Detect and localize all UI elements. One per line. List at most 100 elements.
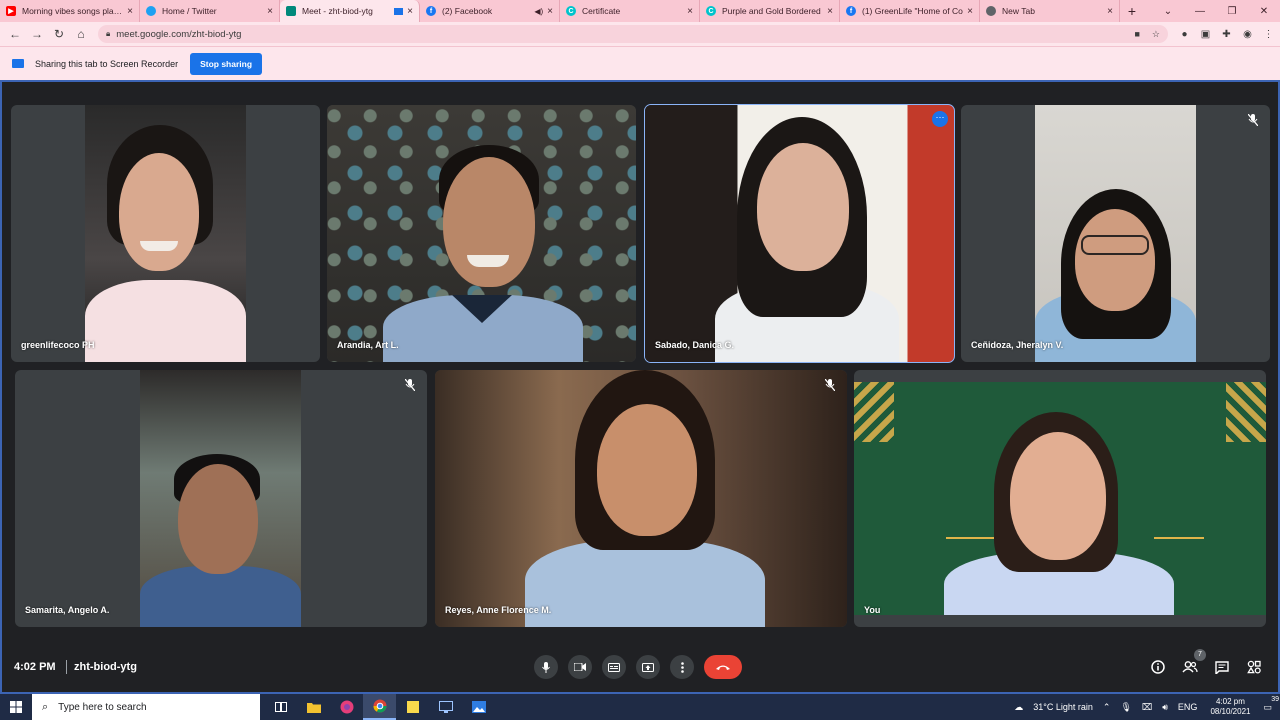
start-button[interactable] <box>0 694 32 720</box>
participant-tile[interactable]: Ceñidoza, Jheralyn V. <box>961 105 1270 362</box>
participant-tile[interactable]: Reyes, Anne Florence M. <box>435 370 847 627</box>
info-icon <box>1151 660 1165 674</box>
address-bar[interactable]: 🔒︎ meet.google.com/zht-biod-ytg ■ ☆ <box>98 25 1168 43</box>
participant-tile[interactable]: Samarita, Angelo A. <box>15 370 427 627</box>
extension-icon[interactable]: ▣ <box>1195 29 1216 40</box>
call-controls <box>534 655 742 679</box>
search-icon: ⌕ <box>42 700 49 713</box>
camera-button[interactable] <box>568 655 592 679</box>
app-button[interactable] <box>429 694 462 720</box>
camera-in-use-icon[interactable]: ■ <box>1134 29 1139 39</box>
clock[interactable]: 4:02 pm 08/10/2021 <box>1210 697 1250 717</box>
tab-facebook[interactable]: f (2) Facebook ◀) × <box>420 0 560 22</box>
extension-icon[interactable]: ● <box>1174 29 1195 40</box>
participant-tile[interactable]: greenlifecoco PH <box>11 105 320 362</box>
close-tab-icon[interactable]: × <box>127 6 133 17</box>
app-button[interactable] <box>462 694 495 720</box>
taskbar-search[interactable]: ⌕ Type here to search <box>32 694 260 720</box>
close-tab-icon[interactable]: × <box>687 6 693 17</box>
tab-purple-gold[interactable]: C Purple and Gold Bordered × <box>700 0 840 22</box>
language-indicator[interactable]: ENG <box>1178 702 1198 712</box>
participant-tile-pinned[interactable]: Sabado, Danica G. ⋯ <box>644 104 955 363</box>
tab-search-icon[interactable]: ⌄ <box>1152 6 1184 17</box>
activities-button[interactable] <box>1244 657 1264 677</box>
people-icon <box>1182 661 1198 673</box>
tab-youtube[interactable]: ▶ Morning vibes songs playlist × <box>0 0 140 22</box>
mic-off-icon <box>823 378 837 392</box>
meeting-details-button[interactable] <box>1148 657 1168 677</box>
sticky-notes-button[interactable] <box>396 694 429 720</box>
sharing-text: Sharing this tab to Screen Recorder <box>35 58 179 69</box>
chevron-up-icon[interactable]: ⌃ <box>1103 702 1111 713</box>
weather-icon: ☁ <box>1014 701 1024 712</box>
chat-icon <box>1215 660 1229 674</box>
weather-text[interactable]: 31°C Light rain <box>1033 702 1093 712</box>
notification-button[interactable]: ▭ 39 <box>1263 695 1280 713</box>
participant-video <box>327 105 636 362</box>
participant-name: Sabado, Danica G. <box>655 340 735 350</box>
close-tab-icon[interactable]: × <box>547 6 553 17</box>
people-count-badge: 7 <box>1194 649 1206 661</box>
mic-off-icon <box>403 378 417 392</box>
tab-twitter[interactable]: Home / Twitter × <box>140 0 280 22</box>
participant-name: You <box>864 605 881 615</box>
close-window-icon[interactable]: ✕ <box>1248 6 1280 17</box>
close-tab-icon[interactable]: × <box>407 6 413 17</box>
tab-title: Meet - zht-biod-ytg <box>302 6 373 16</box>
close-tab-icon[interactable]: × <box>1107 6 1113 17</box>
leave-call-button[interactable] <box>704 655 742 679</box>
people-button[interactable]: 7 <box>1180 649 1206 677</box>
participant-tile[interactable]: Arandia, Art L. <box>327 105 636 362</box>
tab-title: Purple and Gold Bordered <box>722 6 821 16</box>
file-explorer-button[interactable] <box>297 694 330 720</box>
tab-certificate[interactable]: C Certificate × <box>560 0 700 22</box>
restore-icon[interactable]: ❐ <box>1216 6 1248 17</box>
close-tab-icon[interactable]: × <box>267 6 273 17</box>
windows-logo-icon <box>10 701 22 713</box>
bookmark-star-icon[interactable]: ☆ <box>1152 29 1160 40</box>
minimize-icon[interactable]: — <box>1184 6 1216 17</box>
home-icon[interactable]: ⌂ <box>70 27 92 41</box>
present-screen-icon <box>642 662 654 672</box>
app-button[interactable] <box>330 694 363 720</box>
canva-icon: C <box>566 6 576 16</box>
app-icon <box>340 700 353 714</box>
tab-greenlife[interactable]: f (1) GreenLife "Home of Co × <box>840 0 980 22</box>
meeting-code: zht-biod-ytg <box>74 661 137 673</box>
tab-strip: ▶ Morning vibes songs playlist × Home / … <box>0 0 1280 22</box>
folder-icon <box>306 702 321 713</box>
participant-name: Samarita, Angelo A. <box>25 605 110 615</box>
chat-button[interactable] <box>1212 657 1232 677</box>
new-tab-button[interactable]: + <box>1120 0 1144 22</box>
microphone-button[interactable] <box>534 655 558 679</box>
profile-avatar[interactable]: ◉ <box>1237 29 1258 40</box>
chrome-icon <box>373 699 386 713</box>
present-button[interactable] <box>636 655 660 679</box>
window-controls: ⌄ — ❐ ✕ <box>1152 0 1280 22</box>
clock-time: 4:02 pm <box>1216 697 1245 706</box>
sticky-notes-icon <box>406 701 419 713</box>
network-icon[interactable]: ⌧ <box>1142 702 1152 713</box>
captions-button[interactable] <box>602 655 626 679</box>
participant-tile-self[interactable]: You <box>854 370 1266 627</box>
task-view-button[interactable] <box>264 694 297 720</box>
stop-sharing-button[interactable]: Stop sharing <box>190 52 263 75</box>
puzzle-icon[interactable]: ✚ <box>1216 29 1237 40</box>
microphone-icon[interactable]: 🎙︎ <box>1120 702 1131 713</box>
back-icon[interactable]: ← <box>4 27 26 41</box>
chrome-taskbar-button[interactable] <box>363 694 396 720</box>
close-tab-icon[interactable]: × <box>967 6 973 17</box>
browser-toolbar: ← → ↻ ⌂ 🔒︎ meet.google.com/zht-biod-ytg … <box>0 22 1280 46</box>
more-options-icon[interactable]: ⋯ <box>932 111 948 127</box>
forward-icon[interactable]: → <box>26 27 48 41</box>
volume-icon[interactable]: 🔊︎ <box>1162 702 1168 713</box>
tab-new-tab[interactable]: New Tab × <box>980 0 1120 22</box>
close-tab-icon[interactable]: × <box>827 6 833 17</box>
menu-kebab-icon[interactable]: ⋮ <box>1258 29 1279 40</box>
reload-icon[interactable]: ↻ <box>48 27 70 41</box>
windows-taskbar: ⌕ Type here to search ☁ 31°C Light rain … <box>0 694 1280 720</box>
more-options-button[interactable] <box>670 655 694 679</box>
tab-meet[interactable]: Meet - zht-biod-ytg × <box>280 0 420 22</box>
lock-icon[interactable]: 🔒︎ <box>106 29 110 39</box>
speaker-icon[interactable]: ◀) <box>534 7 543 16</box>
